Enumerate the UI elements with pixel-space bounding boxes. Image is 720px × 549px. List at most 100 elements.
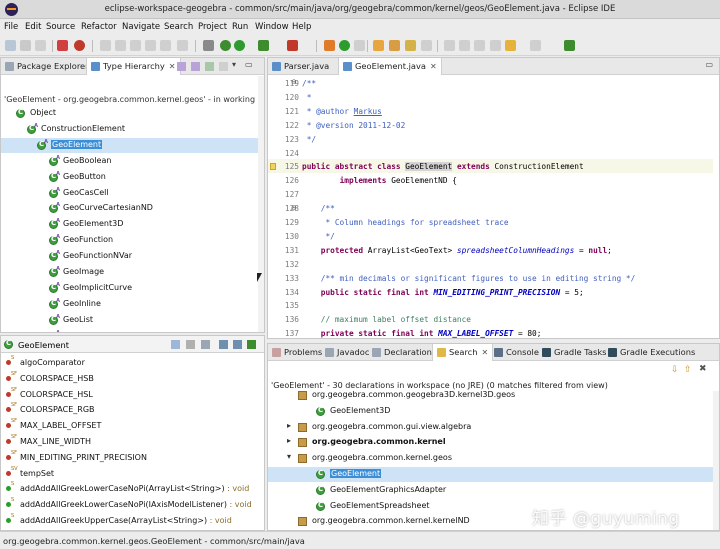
code-line[interactable]: 121 * @author Markus — [268, 104, 713, 118]
hierarchy-tree-item[interactable]: AGeoImplicitCurve — [1, 281, 260, 296]
menu-project[interactable]: Project — [198, 22, 227, 32]
annotation-next-icon[interactable] — [444, 40, 455, 51]
search-result-item[interactable]: ▾ org.geogebra.common.kernel.geos — [268, 451, 713, 466]
member-item[interactable]: SF MAX_LINE_WIDTH — [1, 434, 261, 450]
close-icon[interactable]: ✕ — [430, 62, 437, 71]
code-line[interactable]: 136 // maximum label offset distance — [268, 312, 713, 326]
expand-right-icon[interactable]: ▸ — [287, 436, 291, 445]
open-task-icon[interactable] — [389, 40, 400, 51]
connect-icon[interactable] — [177, 40, 188, 51]
tab-console[interactable]: Console — [490, 344, 543, 361]
tab-geoelement-java[interactable]: GeoElement.java ✕ — [338, 58, 442, 75]
last-edit-icon[interactable] — [474, 40, 485, 51]
drop-frame-icon[interactable] — [145, 40, 156, 51]
new-java-project-icon[interactable] — [324, 40, 335, 51]
code-line[interactable]: 126 implements GeoElementND { — [268, 173, 713, 187]
search-result-item[interactable]: org.geogebra.common.geogebra3D.kernel3D.… — [268, 388, 713, 403]
show-supertype-icon[interactable] — [191, 62, 200, 71]
new-package-icon[interactable] — [354, 40, 365, 51]
member-item[interactable]: SF MAX_LABEL_OFFSET — [1, 418, 261, 434]
minimize-icon[interactable]: ▭ — [245, 60, 253, 69]
member-item[interactable]: SF COLORSPACE_RGB — [1, 402, 261, 418]
menu-navigate[interactable]: Navigate — [122, 22, 160, 32]
annotation-prev-icon[interactable] — [459, 40, 470, 51]
hide-non-public-icon[interactable] — [247, 340, 256, 349]
expand-down-icon[interactable]: ▾ — [287, 452, 291, 461]
view-menu-icon[interactable]: ▾ — [232, 60, 236, 69]
menu-search[interactable]: Search — [164, 22, 193, 32]
tab-search[interactable]: Search ✕ — [432, 344, 494, 361]
code-line[interactable]: 124 — [268, 146, 713, 160]
save-all-icon[interactable] — [35, 40, 46, 51]
menu-edit[interactable]: Edit — [25, 22, 41, 32]
save-icon[interactable] — [20, 40, 31, 51]
search-result-item[interactable]: ▸ org.geogebra.common.kernel — [268, 435, 713, 450]
hierarchy-tree-item[interactable]: AGeoLocusND — [1, 329, 260, 332]
run-dropdown-icon[interactable] — [258, 40, 269, 51]
menu-refactor[interactable]: Refactor — [81, 22, 117, 32]
back-icon[interactable] — [505, 40, 516, 51]
new-icon[interactable] — [5, 40, 16, 51]
menu-source[interactable]: Source — [46, 22, 75, 32]
member-item[interactable]: SaddAddAllGreekLowerCaseNoPi(IAxisModelL… — [1, 497, 261, 513]
code-line[interactable]: 134 public static final int MIN_EDITING_… — [268, 285, 713, 299]
hierarchy-tree-item[interactable]: Object — [1, 106, 260, 121]
member-item[interactable]: SV tempSet — [1, 466, 261, 482]
member-item[interactable]: SaddAddAllGreekLowerCaseNoPi(ArrayList<S… — [1, 481, 261, 497]
search-result-item[interactable]: ▸ org.geogebra.common.gui.view.algebra — [268, 420, 713, 435]
menu-help[interactable]: Help — [292, 22, 311, 32]
hide-fields-icon[interactable] — [219, 340, 228, 349]
close-icon[interactable]: ✕ — [169, 62, 176, 71]
external-tools-icon[interactable] — [287, 40, 298, 51]
member-item[interactable]: SalgoComparator — [1, 355, 261, 371]
use-step-filters-icon[interactable] — [160, 40, 171, 51]
new-class-icon[interactable] — [339, 40, 350, 51]
tab-problems[interactable]: Problems — [268, 344, 326, 361]
perspective-icon[interactable] — [564, 40, 575, 51]
code-line[interactable]: 125 public abstract class GeoElement exte… — [268, 159, 713, 174]
hierarchy-tree-item[interactable]: AGeoElement3D — [1, 217, 260, 232]
sort-icon[interactable] — [201, 340, 210, 349]
fold-collapse-icon[interactable]: ⊖ — [291, 78, 297, 86]
previous-match-icon[interactable]: ⇧ — [684, 365, 693, 375]
toggle-mark-icon[interactable] — [421, 40, 432, 51]
code-line[interactable]: 128 /** — [268, 201, 713, 215]
code-line[interactable]: 119/** — [268, 76, 713, 90]
member-item[interactable]: SF COLORSPACE_HSL — [1, 387, 261, 403]
terminate-icon[interactable] — [74, 40, 85, 51]
tab-gradle-executions[interactable]: Gradle Executions — [604, 344, 699, 361]
debug-icon[interactable] — [203, 40, 214, 51]
skip-breakpoints-icon[interactable] — [57, 40, 68, 51]
member-item[interactable]: SF COLORSPACE_HSB — [1, 371, 261, 387]
step-over-icon[interactable] — [115, 40, 126, 51]
history-icon[interactable] — [219, 62, 228, 71]
hierarchy-tree-item[interactable]: AGeoCasCell — [1, 186, 260, 201]
menu-window[interactable]: Window — [255, 22, 289, 32]
tab-gradle-tasks[interactable]: Gradle Tasks — [538, 344, 610, 361]
remove-match-icon[interactable]: ✖ — [699, 364, 707, 374]
expand-right-icon[interactable]: ▸ — [287, 421, 291, 430]
code-line[interactable]: 123 */ — [268, 132, 713, 146]
hierarchy-tree-item[interactable]: AGeoInline — [1, 297, 260, 312]
show-type-hierarchy-icon[interactable] — [177, 62, 186, 71]
member-item[interactable]: SF MIN_EDITING_PRINT_PRECISION — [1, 450, 261, 466]
minimize-icon[interactable]: ▭ — [705, 60, 713, 69]
hierarchy-tree-item[interactable]: AGeoBoolean — [1, 154, 260, 169]
hierarchy-tree-item[interactable]: AGeoButton — [1, 170, 260, 185]
next-match-icon[interactable]: ⇩ — [671, 365, 680, 375]
code-line[interactable]: 133 /** min decimals or significant figu… — [268, 271, 713, 285]
tab-javadoc[interactable]: Javadoc — [321, 344, 373, 361]
code-line[interactable]: 122 * @version 2011-12-02 — [268, 118, 713, 132]
pin-editor-icon[interactable] — [490, 40, 501, 51]
code-line[interactable]: 129 * Column headings for spreadsheet tr… — [268, 215, 713, 229]
menu-file[interactable]: File — [4, 22, 18, 32]
step-return-icon[interactable] — [130, 40, 141, 51]
hierarchy-tree-item[interactable]: AGeoFunction — [1, 233, 260, 248]
forward-icon[interactable] — [530, 40, 541, 51]
search-scrollbar[interactable] — [713, 391, 719, 530]
close-icon[interactable]: ✕ — [482, 348, 489, 357]
code-line[interactable]: 127 — [268, 187, 713, 201]
tab-declaration[interactable]: Declaration — [368, 344, 436, 361]
step-icon[interactable] — [100, 40, 111, 51]
code-line[interactable]: 120 * — [268, 90, 713, 104]
